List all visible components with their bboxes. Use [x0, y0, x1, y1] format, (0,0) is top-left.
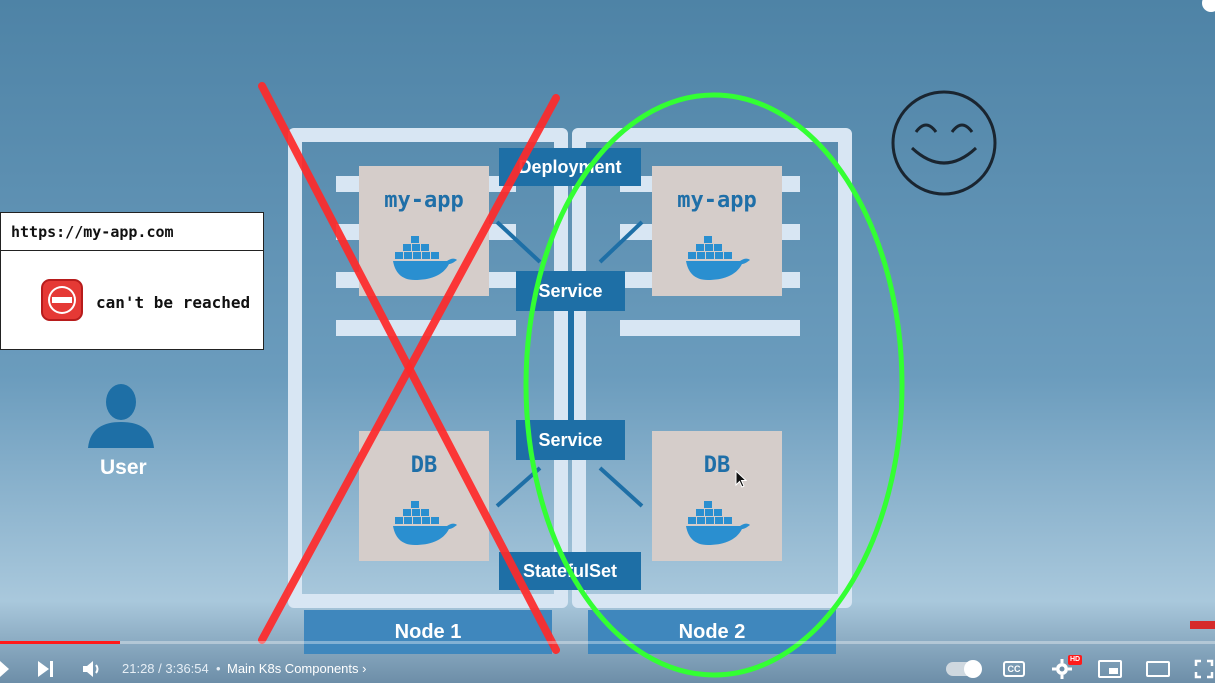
user-icon	[88, 384, 154, 448]
time-separator: •	[216, 661, 221, 676]
popup-url: https://my-app.com	[1, 213, 263, 251]
no-entry-icon	[41, 279, 83, 321]
browser-error-popup: https://my-app.com can't be reached	[0, 212, 264, 350]
volume-icon[interactable]	[82, 660, 102, 678]
cc-button[interactable]: CC	[1003, 661, 1025, 677]
miniplayer-icon[interactable]	[1098, 660, 1122, 678]
popup-message: can't be reached	[96, 293, 251, 312]
smiley-face-icon	[891, 90, 997, 196]
mouse-cursor-icon	[735, 470, 747, 488]
autoplay-knob	[964, 660, 982, 678]
play-icon[interactable]	[0, 660, 10, 678]
hd-badge: HD	[1068, 655, 1082, 665]
chevron-right-icon: ›	[362, 661, 367, 676]
fullscreen-icon[interactable]	[1194, 659, 1214, 679]
progress-fill	[0, 641, 121, 644]
end-marker	[1190, 621, 1215, 629]
chapter-title[interactable]: Main K8s Components ›	[227, 661, 366, 676]
miniplayer-inner	[1109, 668, 1118, 674]
progress-track[interactable]	[0, 641, 1215, 644]
user-label: User	[100, 456, 147, 479]
time-display: 21:28 / 3:36:54	[122, 661, 209, 676]
cc-label: CC	[1007, 664, 1021, 674]
chapter-label: Main K8s Components	[227, 661, 359, 676]
theater-mode-icon[interactable]	[1146, 661, 1170, 677]
next-icon[interactable]	[36, 659, 56, 679]
autoplay-toggle[interactable]	[946, 660, 982, 678]
